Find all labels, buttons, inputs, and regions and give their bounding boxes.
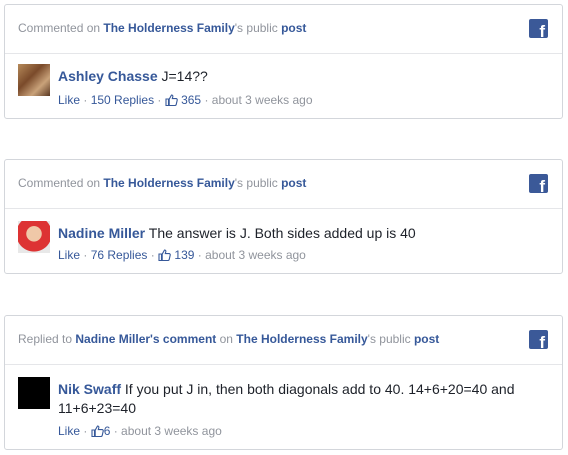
comment-meta: Like · 6 · about 3 weeks ago xyxy=(58,424,222,438)
page-link[interactable]: The Holderness Family xyxy=(103,21,234,35)
timestamp[interactable]: about 3 weeks ago xyxy=(121,424,222,438)
activity-card-2: Commented on The Holderness Family's pub… xyxy=(4,159,563,274)
page-link[interactable]: The Holderness Family xyxy=(103,176,234,190)
page-link[interactable]: The Holderness Family xyxy=(236,332,367,346)
separator: · xyxy=(154,93,165,107)
separator: · xyxy=(80,248,91,262)
comment-text: If you put J in, then both diagonals add… xyxy=(58,381,515,416)
likes-count-link[interactable]: 365 xyxy=(165,93,201,107)
separator: · xyxy=(80,93,91,107)
comment-text: J=14?? xyxy=(161,68,208,84)
author-name[interactable]: Nik Swaff xyxy=(58,381,121,397)
post-link[interactable]: post xyxy=(414,332,439,346)
likes-count: 365 xyxy=(181,93,202,107)
like-link[interactable]: Like xyxy=(58,424,80,438)
avatar[interactable] xyxy=(18,64,50,96)
header-prefix: Replied to xyxy=(18,332,76,346)
thumbs-up-icon xyxy=(165,94,178,106)
timestamp[interactable]: about 3 weeks ago xyxy=(212,93,313,107)
replies-link[interactable]: 150 Replies xyxy=(91,93,154,107)
comment-link[interactable]: Nadine Miller's comment xyxy=(75,332,216,346)
facebook-icon[interactable]: f xyxy=(529,330,548,352)
post-link[interactable]: post xyxy=(281,176,306,190)
author-name[interactable]: Nadine Miller xyxy=(58,225,145,241)
activity-description: Commented on The Holderness Family's pub… xyxy=(18,21,306,35)
separator: · xyxy=(194,248,206,262)
card-header: Replied to Nadine Miller's comment on Th… xyxy=(5,316,562,365)
like-link[interactable]: Like xyxy=(58,93,80,107)
card-header: Commented on The Holderness Family's pub… xyxy=(5,5,562,54)
like-link[interactable]: Like xyxy=(58,248,80,262)
timestamp[interactable]: about 3 weeks ago xyxy=(205,248,306,262)
header-middle: 's public xyxy=(234,21,282,35)
separator: · xyxy=(147,248,159,262)
author-name[interactable]: Ashley Chasse xyxy=(58,68,158,84)
likes-count-link[interactable]: 6 xyxy=(91,424,110,438)
post-link[interactable]: post xyxy=(281,21,306,35)
activity-description: Commented on The Holderness Family's pub… xyxy=(18,176,306,190)
replies-link[interactable]: 76 Replies xyxy=(91,248,148,262)
facebook-icon[interactable]: f xyxy=(529,174,548,196)
comment-text: The answer is J. Both sides added up is … xyxy=(148,225,416,241)
separator: · xyxy=(80,424,91,438)
likes-count-link[interactable]: 139 xyxy=(158,248,194,262)
activity-description: Replied to Nadine Miller's comment on Th… xyxy=(18,332,439,346)
comment-body: Ashley Chasse J=14?? xyxy=(58,67,548,86)
separator: · xyxy=(201,93,212,107)
comment-body: Nik Swaff If you put J in, then both dia… xyxy=(58,380,548,418)
facebook-glyph: f xyxy=(539,333,545,352)
thumbs-up-icon xyxy=(158,249,171,261)
header-middle: 's public xyxy=(234,176,282,190)
header-middle: 's public xyxy=(367,332,414,346)
activity-card-1: Commented on The Holderness Family's pub… xyxy=(4,4,563,119)
separator: · xyxy=(110,424,122,438)
avatar[interactable] xyxy=(18,221,50,253)
thumbs-up-icon xyxy=(91,425,104,437)
avatar[interactable] xyxy=(18,377,50,409)
header-on: on xyxy=(216,332,237,346)
comment-body: Nadine Miller The answer is J. Both side… xyxy=(58,224,548,243)
header-prefix: Commented on xyxy=(18,176,104,190)
header-prefix: Commented on xyxy=(18,21,104,35)
activity-card-3: Replied to Nadine Miller's comment on Th… xyxy=(4,315,563,450)
comment-meta: Like · 150 Replies · 365 · about 3 weeks… xyxy=(58,93,313,107)
facebook-glyph: f xyxy=(539,177,545,196)
facebook-icon[interactable]: f xyxy=(529,19,548,41)
comment-meta: Like · 76 Replies · 139 · about 3 weeks … xyxy=(58,248,306,262)
likes-count: 139 xyxy=(174,248,195,262)
card-header: Commented on The Holderness Family's pub… xyxy=(5,160,562,209)
facebook-glyph: f xyxy=(539,22,545,41)
